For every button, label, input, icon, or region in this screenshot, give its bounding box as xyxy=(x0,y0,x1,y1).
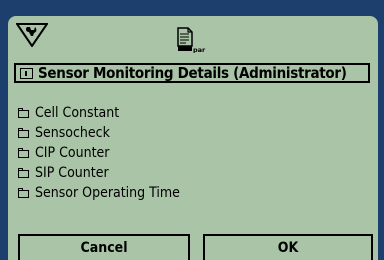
menu-list: Cell Constant Sensocheck CIP Counter SIP… xyxy=(17,103,180,203)
page-title: Sensor Monitoring Details (Administrator… xyxy=(38,64,347,82)
menu-item-label: Sensor Operating Time xyxy=(35,185,180,201)
doc-icon-caption: par xyxy=(193,46,206,53)
menu-item-label: Cell Constant xyxy=(35,105,120,121)
menu-item-label: SIP Counter xyxy=(35,165,109,181)
folder-icon xyxy=(17,187,29,198)
ok-button[interactable]: OK xyxy=(203,234,373,260)
menu-item-sensor-operating-time[interactable]: Sensor Operating Time xyxy=(17,183,180,203)
folder-icon xyxy=(17,167,29,178)
menu-item-cell-constant[interactable]: Cell Constant xyxy=(17,103,180,123)
menu-title-bar: Sensor Monitoring Details (Administrator… xyxy=(14,63,370,83)
folder-icon xyxy=(17,147,29,158)
folder-icon xyxy=(17,127,29,138)
folder-icon xyxy=(17,107,29,118)
parameter-document-icon: par xyxy=(177,27,206,53)
menu-item-label: Sensocheck xyxy=(35,125,110,141)
lcd-screen: par Sensor Monitoring Details (Administr… xyxy=(8,16,378,260)
cancel-button[interactable]: Cancel xyxy=(18,234,190,260)
menu-item-sensocheck[interactable]: Sensocheck xyxy=(17,123,180,143)
menu-item-label: CIP Counter xyxy=(35,145,110,161)
wrench-icon[interactable] xyxy=(16,23,48,47)
info-box-icon xyxy=(20,67,33,79)
menu-item-cip-counter[interactable]: CIP Counter xyxy=(17,143,180,163)
menu-item-sip-counter[interactable]: SIP Counter xyxy=(17,163,180,183)
